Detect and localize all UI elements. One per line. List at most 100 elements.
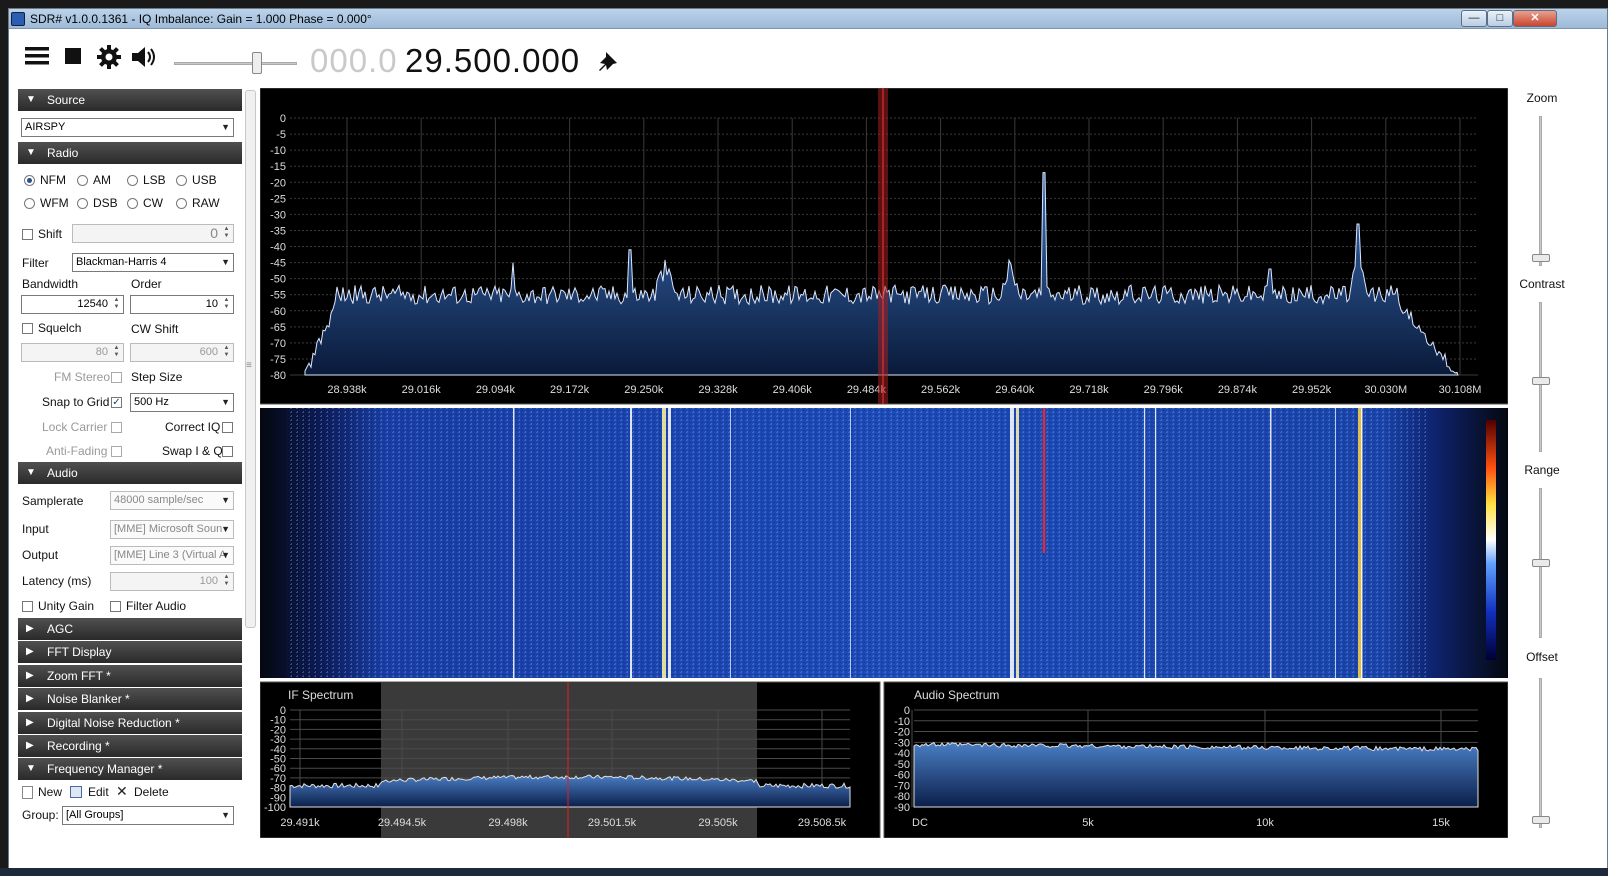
section-noise-blanker[interactable]: ▶ Noise Blanker * <box>18 688 242 710</box>
lock-carrier-checkbox[interactable] <box>111 422 122 433</box>
main-spectrum-y-label: -15 <box>270 161 286 173</box>
group-label: Group: <box>22 808 59 822</box>
offset-label: Offset <box>1526 650 1558 664</box>
squelch-label: Squelch <box>38 321 82 335</box>
main-spectrum-x-label: 29.250k <box>624 384 664 396</box>
section-audio[interactable]: ▼ Audio <box>18 462 242 484</box>
anti-fading-checkbox[interactable] <box>111 446 122 457</box>
main-spectrum-y-axis: 0 -5 -10 -15 -20 -25 -30 -35 -40 -45 -50 -55 -60 -65 -… <box>270 113 286 382</box>
audio-spectrum-y-axis: 0-10-20-30-40-50-60-70-80-90 <box>894 705 910 814</box>
stop-icon[interactable] <box>63 44 83 73</box>
waterfall-signal-line <box>1144 408 1146 678</box>
frequency-display-prefix[interactable]: 000.0 <box>310 42 398 80</box>
fm-stereo-checkbox[interactable] <box>111 372 122 383</box>
mode-radio-raw[interactable] <box>176 198 187 209</box>
frequency-display[interactable]: 29.500.000 <box>405 42 580 80</box>
section-source[interactable]: ▼ Source <box>18 89 242 111</box>
waterfall-color-scale <box>1486 420 1496 660</box>
section-fft-display[interactable]: ▶ FFT Display <box>18 641 242 663</box>
audio-y-label: -90 <box>894 802 910 814</box>
source-device-select[interactable]: AIRSPY ▼ <box>21 118 234 137</box>
snap-to-grid-checkbox[interactable]: ✓ <box>111 397 122 408</box>
section-agc[interactable]: ▶ AGC <box>18 618 242 640</box>
correct-iq-checkbox[interactable] <box>222 422 233 433</box>
offset-slider-track[interactable] <box>1539 678 1542 828</box>
waterfall-signal-line <box>1361 408 1363 678</box>
if-spectrum[interactable]: IF Spectrum 0-10-20-30-40-50-60-70-80-90… <box>260 681 881 838</box>
section-digital-noise-reduction[interactable]: ▶ Digital Noise Reduction * <box>18 712 242 734</box>
samplerate-select[interactable]: 48000 sample/sec ▼ <box>110 491 234 510</box>
volume-slider-thumb[interactable] <box>252 52 262 74</box>
filter-audio-checkbox[interactable] <box>110 601 121 612</box>
order-input[interactable]: 10 ▲ ▼ <box>130 295 234 314</box>
mode-radio-lsb[interactable] <box>127 175 138 186</box>
waterfall-carrier-trace <box>1043 408 1045 553</box>
zoom-slider-track[interactable] <box>1539 116 1542 266</box>
cw-shift-input[interactable]: 600 ▲ ▼ <box>130 343 234 362</box>
group-select[interactable]: [All Groups] ▼ <box>62 806 234 825</box>
waterfall-signal-line <box>662 408 666 678</box>
filter-select[interactable]: Blackman-Harris 4 ▼ <box>72 253 234 272</box>
minimize-button[interactable]: — <box>1461 10 1487 27</box>
audio-input-select[interactable]: [MME] Microsoft Soun ▼ <box>110 520 234 539</box>
sidebar-scrollbar[interactable] <box>245 90 256 628</box>
main-spectrum[interactable]: 0 -5 -10 -15 -20 -25 -30 -35 -40 -45 -50 -55 -60 -65 -… <box>260 88 1508 405</box>
mode-label-cw: CW <box>143 196 163 210</box>
waterfall-signal-line <box>1155 408 1157 678</box>
anti-fading-label: Anti-Fading <box>46 444 108 458</box>
pin-icon[interactable] <box>597 50 621 82</box>
main-spectrum-y-label: -80 <box>270 370 286 382</box>
speaker-icon[interactable] <box>130 44 160 75</box>
mode-radio-usb[interactable] <box>176 175 187 186</box>
gear-icon[interactable] <box>96 44 122 75</box>
shift-label: Shift <box>38 227 63 241</box>
waterfall[interactable] <box>260 408 1508 678</box>
correct-iq-label: Correct IQ <box>165 420 221 434</box>
samplerate-label: Samplerate <box>22 494 84 508</box>
shift-input[interactable]: 0 ▲ ▼ <box>72 224 234 243</box>
hamburger-menu-icon[interactable] <box>24 44 50 73</box>
fm-stereo-label: FM Stereo <box>54 370 111 384</box>
mode-radio-nfm[interactable] <box>24 175 35 186</box>
main-spectrum-x-label: 29.874k <box>1218 384 1258 396</box>
swap-iq-checkbox[interactable] <box>222 446 233 457</box>
main-spectrum-y-label: -45 <box>270 258 286 270</box>
volume-slider-track[interactable] <box>174 62 297 65</box>
mode-label-raw: RAW <box>192 196 220 210</box>
range-slider-thumb[interactable] <box>1532 559 1550 567</box>
audio-output-select[interactable]: [MME] Line 3 (Virtual A ▼ <box>110 546 234 565</box>
waterfall-signal-line <box>513 408 515 678</box>
main-spectrum-x-label: 29.796k <box>1144 384 1184 396</box>
squelch-input[interactable]: 80 ▲ ▼ <box>21 343 124 362</box>
audio-spectrum[interactable]: Audio Spectrum 0-10-20-30-40-50-60-70-80… <box>883 681 1508 838</box>
waterfall-signal-line <box>1010 408 1014 678</box>
bandwidth-input[interactable]: 12540 ▲ ▼ <box>21 295 124 314</box>
zoom-slider-thumb[interactable] <box>1532 254 1550 262</box>
mode-radio-dsb[interactable] <box>77 198 88 209</box>
latency-input[interactable]: 100 ▲ ▼ <box>110 572 234 591</box>
splitter-grip[interactable]: ≡ <box>246 360 252 371</box>
close-button[interactable]: ✕ <box>1513 10 1557 27</box>
main-spectrum-y-label: 0 <box>280 113 286 125</box>
mode-radio-am[interactable] <box>77 175 88 186</box>
contrast-slider-thumb[interactable] <box>1532 377 1550 385</box>
if-x-label: 29.498k <box>488 817 528 829</box>
squelch-checkbox[interactable] <box>22 323 33 334</box>
shift-checkbox[interactable] <box>22 229 33 240</box>
section-zoom-fft[interactable]: ▶ Zoom FFT * <box>18 665 242 687</box>
main-spectrum-y-label: -65 <box>270 322 286 334</box>
maximize-button[interactable]: □ <box>1487 10 1513 27</box>
main-spectrum-x-label: 29.094k <box>476 384 516 396</box>
section-frequency-manager[interactable]: ▼ Frequency Manager * <box>18 758 242 780</box>
section-recording[interactable]: ▶ Recording * <box>18 735 242 757</box>
offset-slider-thumb[interactable] <box>1532 816 1550 824</box>
audio-x-label: 5k <box>1082 817 1094 829</box>
section-radio[interactable]: ▼ Radio <box>18 142 242 164</box>
step-size-select[interactable]: 500 Hz ▼ <box>130 393 234 412</box>
mode-radio-wfm[interactable] <box>24 198 35 209</box>
latency-label: Latency (ms) <box>22 574 92 588</box>
main-spectrum-y-label: -60 <box>270 306 286 318</box>
main-spectrum-x-label: 29.640k <box>995 384 1035 396</box>
mode-radio-cw[interactable] <box>127 198 138 209</box>
unity-gain-checkbox[interactable] <box>22 601 33 612</box>
